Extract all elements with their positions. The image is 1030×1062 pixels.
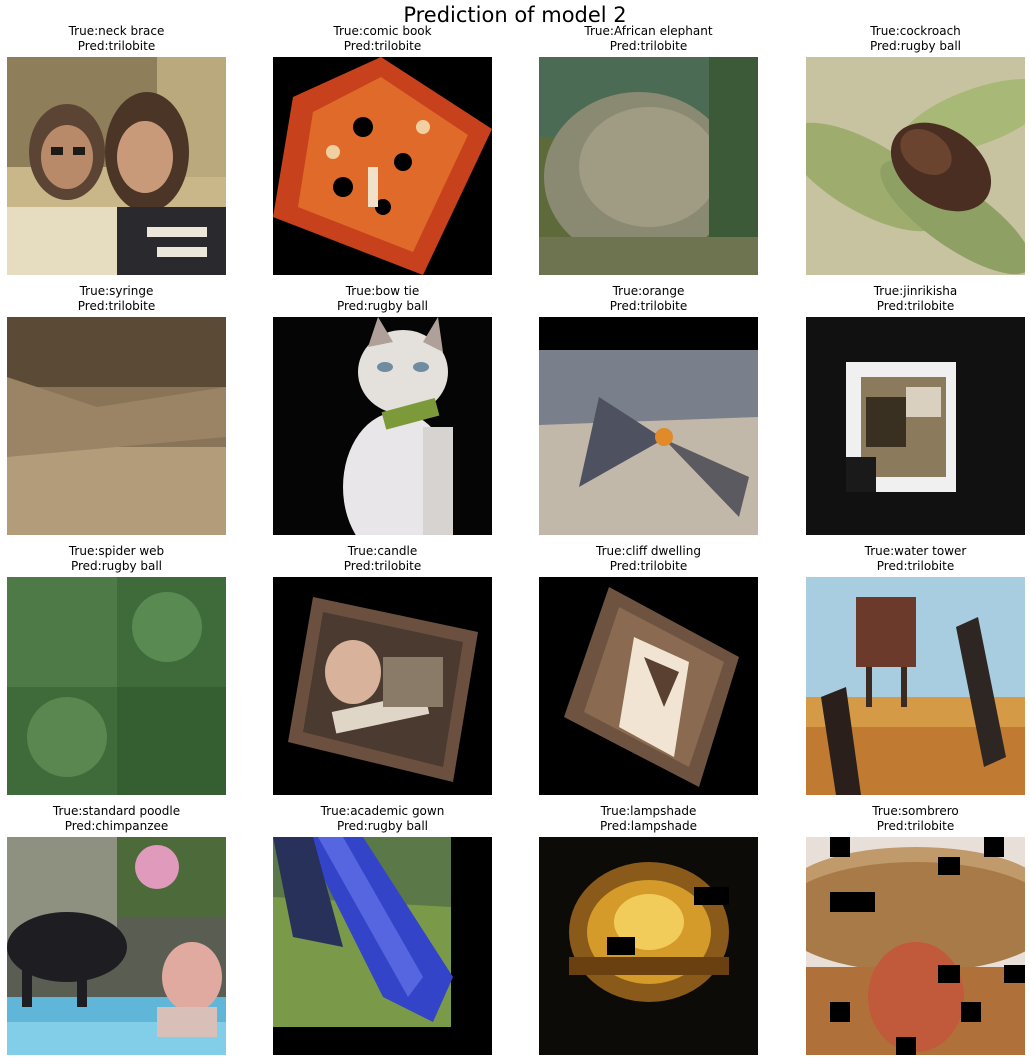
sample-image: [539, 577, 758, 795]
sample-image: [7, 837, 226, 1055]
true-label: True:academic gown: [320, 804, 445, 818]
true-label: True:standard poodle: [52, 804, 181, 818]
panel-caption: True:jinrikisha Pred:trilobite: [766, 284, 1030, 314]
true-label: True:lampshade: [600, 804, 697, 818]
panel-caption: True:sombrero Pred:trilobite: [766, 804, 1030, 834]
sample-image: [806, 577, 1025, 795]
pred-label: Pred:trilobite: [343, 559, 422, 573]
pred-label: Pred:trilobite: [609, 299, 688, 313]
true-label: True:comic book: [333, 24, 432, 38]
panel-caption: True:water tower Pred:trilobite: [766, 544, 1030, 574]
pred-label: Pred:rugby ball: [336, 299, 429, 313]
true-label: True:candle: [347, 544, 418, 558]
sample-image: [273, 837, 492, 1055]
panel-caption: True:cockroach Pred:rugby ball: [766, 24, 1030, 54]
true-label: True:African elephant: [584, 24, 713, 38]
panel-caption: True:neck brace Pred:trilobite: [0, 24, 266, 54]
pred-label: Pred:trilobite: [609, 559, 688, 573]
true-label: True:bow tie: [345, 284, 420, 298]
pred-label: Pred:rugby ball: [336, 819, 429, 833]
true-label: True:spider web: [68, 544, 165, 558]
pred-label: Pred:trilobite: [77, 299, 156, 313]
panel-caption: True:syringe Pred:trilobite: [0, 284, 266, 314]
panel-caption: True:standard poodle Pred:chimpanzee: [0, 804, 266, 834]
panel-caption: True:African elephant Pred:trilobite: [499, 24, 798, 54]
pred-label: Pred:trilobite: [343, 39, 422, 53]
sample-image: [806, 57, 1025, 275]
panel-caption: True:comic book Pred:trilobite: [233, 24, 532, 54]
sample-image: [7, 317, 226, 535]
sample-image: [273, 57, 492, 275]
sample-image: [273, 577, 492, 795]
sample-image: [539, 317, 758, 535]
true-label: True:neck brace: [68, 24, 165, 38]
sample-image: [539, 837, 758, 1055]
pred-label: Pred:trilobite: [609, 39, 688, 53]
panel-caption: True:candle Pred:trilobite: [233, 544, 532, 574]
true-label: True:jinrikisha: [873, 284, 958, 298]
true-label: True:sombrero: [872, 804, 959, 818]
sample-image: [806, 317, 1025, 535]
pred-label: Pred:rugby ball: [70, 559, 163, 573]
panel-caption: True:spider web Pred:rugby ball: [0, 544, 266, 574]
sample-image: [7, 577, 226, 795]
panel-caption: True:cliff dwelling Pred:trilobite: [499, 544, 798, 574]
pred-label: Pred:trilobite: [876, 559, 955, 573]
true-label: True:orange: [612, 284, 685, 298]
sample-image: [273, 317, 492, 535]
true-label: True:cliff dwelling: [596, 544, 701, 558]
true-label: True:cockroach: [870, 24, 961, 38]
true-label: True:water tower: [864, 544, 967, 558]
pred-label: Pred:lampshade: [600, 819, 697, 833]
panel-caption: True:bow tie Pred:rugby ball: [233, 284, 532, 314]
panel-caption: True:orange Pred:trilobite: [499, 284, 798, 314]
panel-caption: True:academic gown Pred:rugby ball: [233, 804, 532, 834]
pred-label: Pred:rugby ball: [869, 39, 962, 53]
panel-caption: True:lampshade Pred:lampshade: [499, 804, 798, 834]
pred-label: Pred:chimpanzee: [64, 819, 169, 833]
pred-label: Pred:trilobite: [876, 299, 955, 313]
pred-label: Pred:trilobite: [876, 819, 955, 833]
sample-image: [806, 837, 1025, 1055]
true-label: True:syringe: [79, 284, 154, 298]
pred-label: Pred:trilobite: [77, 39, 156, 53]
sample-image: [7, 57, 226, 275]
sample-image: [539, 57, 758, 275]
